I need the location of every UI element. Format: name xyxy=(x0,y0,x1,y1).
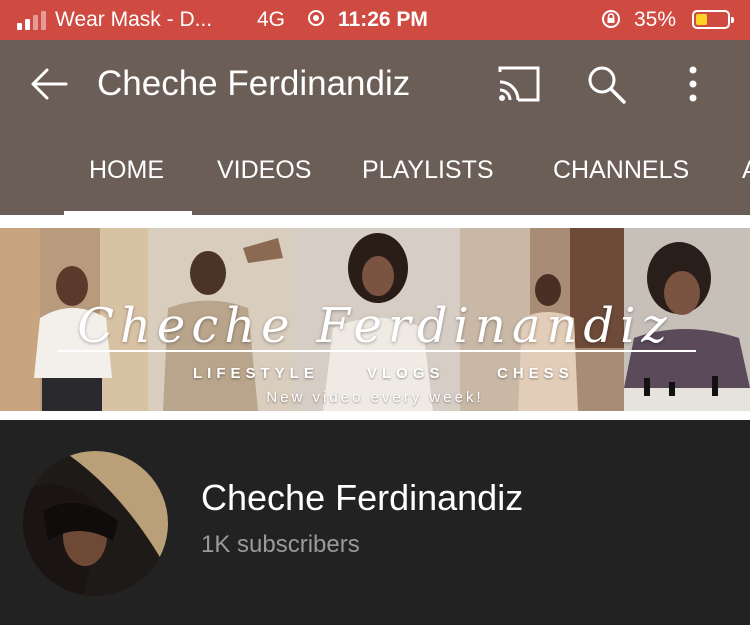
channel-tabs: HOME VIDEOS PLAYLISTS CHANNELS A xyxy=(0,152,750,215)
channel-title: Cheche Ferdinandiz xyxy=(97,64,411,103)
search-icon[interactable] xyxy=(584,63,628,105)
back-arrow-icon[interactable] xyxy=(28,64,70,104)
status-bar: Wear Mask - D... 4G 11:26 PM 35% xyxy=(0,0,750,40)
cast-icon[interactable] xyxy=(494,64,542,104)
status-time: 11:26 PM xyxy=(338,8,428,31)
tab-playlists[interactable]: PLAYLISTS xyxy=(362,156,494,185)
channel-info: Cheche Ferdinandiz 1K subscribers xyxy=(0,420,750,625)
battery-percent: 35% xyxy=(634,8,677,31)
battery-level-fill xyxy=(696,14,707,25)
tab-videos[interactable]: VIDEOS xyxy=(217,156,311,185)
banner-category-chess: CHESS xyxy=(497,365,574,382)
network-type: 4G xyxy=(257,8,286,31)
channel-name: Cheche Ferdinandiz xyxy=(201,477,524,518)
tab-home[interactable]: HOME xyxy=(89,156,164,185)
battery-icon xyxy=(692,10,734,29)
banner-category-vlogs: VLOGS xyxy=(367,365,445,382)
screen-recording-icon xyxy=(308,10,324,26)
rotation-lock-icon xyxy=(602,10,620,28)
app-bar: Cheche Ferdinandiz HOME VIDEOS PLAYLISTS… xyxy=(0,40,750,215)
tab-about-partial[interactable]: A xyxy=(742,156,750,185)
banner-title: Cheche Ferdinandiz xyxy=(77,298,673,354)
banner-divider xyxy=(58,350,696,352)
subscriber-count: 1K subscribers xyxy=(201,531,360,558)
banner-container: Cheche Ferdinandiz LIFESTYLE VLOGS CHESS… xyxy=(0,215,750,420)
signal-strength-icon xyxy=(17,10,49,30)
banner-tagline: New video every week! xyxy=(266,389,484,406)
more-vert-icon[interactable] xyxy=(682,64,704,104)
banner-category-lifestyle: LIFESTYLE xyxy=(193,365,319,382)
avatar[interactable] xyxy=(23,451,168,596)
channel-banner: Cheche Ferdinandiz LIFESTYLE VLOGS CHESS… xyxy=(0,228,750,411)
tab-channels[interactable]: CHANNELS xyxy=(553,156,689,185)
carrier-name: Wear Mask - D... xyxy=(55,8,213,31)
